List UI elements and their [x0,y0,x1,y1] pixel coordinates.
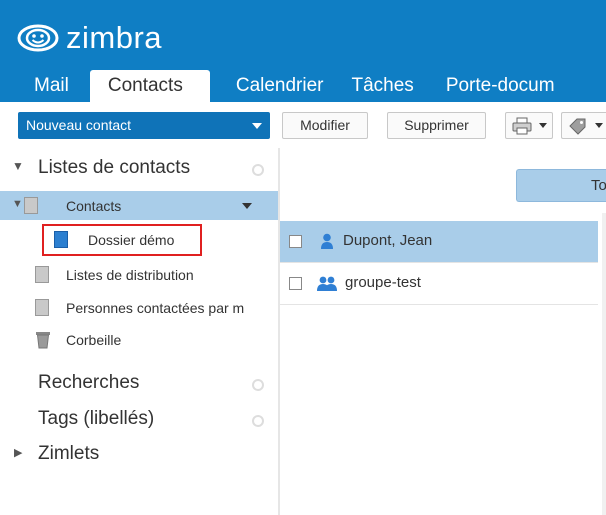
toolbar: Nouveau contact Modifier Supprimer [0,102,606,148]
list-item[interactable]: groupe-test [280,263,598,305]
address-book-icon [54,231,68,248]
logo-text: zimbra [66,20,163,55]
view-toggle-button[interactable]: To [516,169,606,202]
row-checkbox[interactable] [289,277,302,290]
delete-button[interactable]: Supprimer [387,112,486,139]
section-tags[interactable]: Tags (libellés) [0,406,278,436]
list-item[interactable]: Dupont, Jean [280,221,598,263]
sidebar-item-label: Contacts [66,198,122,214]
section-title: Listes de contacts [38,157,191,178]
chevron-down-icon[interactable] [242,203,252,209]
gear-icon[interactable] [252,164,264,176]
new-contact-button[interactable]: Nouveau contact [18,112,270,139]
gear-icon[interactable] [252,379,264,391]
contact-name: groupe-test [345,274,421,291]
collapse-arrow-icon[interactable]: ▼ [12,198,23,210]
section-contact-lists[interactable]: ▼ Listes de contacts [0,155,278,185]
sidebar-item-label: Personnes contactées par m [66,300,245,316]
tab-mail[interactable]: Mail [0,70,90,102]
tab-porte-documents[interactable]: Porte-docum [433,70,568,102]
print-icon [512,117,532,135]
sidebar: ▼ Listes de contacts ▼ Contacts Dossier … [0,148,278,515]
section-zimlets[interactable]: ▶ Zimlets [0,441,278,471]
new-contact-label: Nouveau contact [26,117,132,133]
expand-arrow-icon[interactable]: ▶ [14,446,22,459]
contact-list-pane: To Dupont, Jean groupe-test [280,148,606,515]
contact-list: Dupont, Jean groupe-test [280,213,606,515]
collapse-arrow-icon[interactable]: ▼ [12,159,24,173]
tag-button[interactable] [561,112,606,139]
row-checkbox[interactable] [289,235,302,248]
tab-taches[interactable]: Tâches [337,70,433,102]
zimbra-logo-icon [17,24,59,52]
address-book-icon [24,197,38,214]
chevron-down-icon [539,123,547,128]
gear-icon[interactable] [252,415,264,427]
sidebar-item-label: Dossier démo [88,232,175,248]
zimbra-logo[interactable]: zimbra [16,20,162,56]
section-title: Tags (libellés) [38,408,155,429]
address-book-icon [35,299,49,316]
chevron-down-icon[interactable] [252,123,262,129]
scrollbar-track[interactable] [602,213,606,515]
sidebar-item-distribution-lists[interactable]: Listes de distribution [0,260,278,290]
chevron-down-icon [595,123,603,128]
app-header: zimbra Mail Contacts Calendrier Tâches P… [0,0,606,102]
contact-name: Dupont, Jean [343,232,433,249]
tab-contacts[interactable]: Contacts [89,70,210,102]
print-button[interactable] [505,112,553,139]
trash-icon [36,332,50,349]
group-icon [317,276,337,291]
tab-calendrier[interactable]: Calendrier [210,70,337,102]
sidebar-item-contacted-people[interactable]: Personnes contactées par m [0,293,278,323]
section-title: Zimlets [38,443,100,464]
app-tabs: Mail Contacts Calendrier Tâches Porte-do… [0,70,568,102]
person-icon [321,233,333,249]
sidebar-item-dossier-demo[interactable]: Dossier démo [0,224,278,256]
section-searches[interactable]: Recherches [0,370,278,400]
section-title: Recherches [38,372,140,393]
tag-icon [569,118,586,135]
sidebar-item-contacts[interactable]: ▼ Contacts [0,191,278,220]
sidebar-item-trash[interactable]: Corbeille [0,325,278,355]
sidebar-item-label: Corbeille [66,332,122,348]
address-book-icon [35,266,49,283]
edit-button[interactable]: Modifier [282,112,368,139]
sidebar-item-label: Listes de distribution [66,267,194,283]
